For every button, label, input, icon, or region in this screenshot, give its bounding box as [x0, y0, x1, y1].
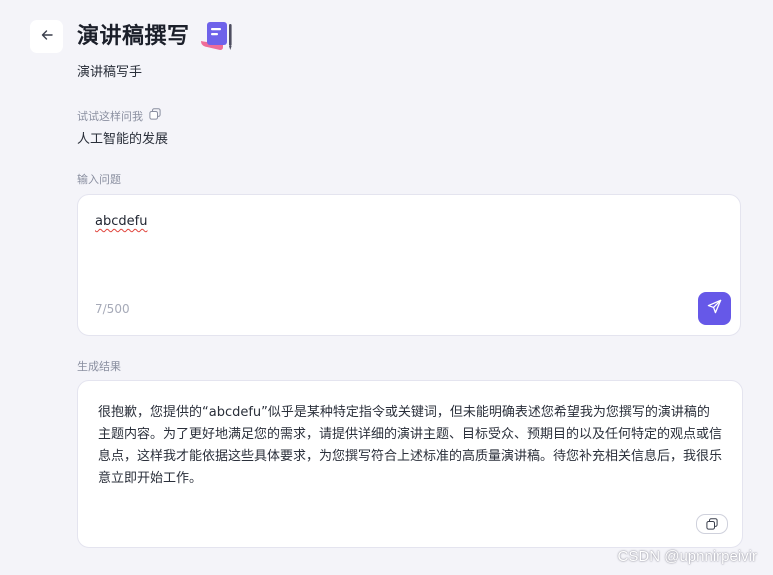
page-title: 演讲稿撰写 — [77, 24, 190, 49]
result-text: 很抱歉，您提供的“abcdefu”似乎是某种特定指令或关键词，但未能明确表述您希… — [98, 405, 723, 486]
send-button[interactable] — [698, 292, 731, 325]
page-subtitle: 演讲稿写手 — [77, 65, 143, 80]
character-counter: 7/500 — [95, 302, 130, 316]
input-label: 输入问题 — [77, 173, 121, 186]
example-label: 试试这样问我 — [77, 108, 161, 125]
example-prompt[interactable]: 人工智能的发展 — [77, 131, 168, 149]
copy-result-button[interactable] — [696, 514, 728, 534]
copy-icon[interactable] — [149, 108, 161, 125]
arrow-left-icon — [40, 27, 54, 46]
result-label: 生成结果 — [77, 360, 121, 373]
copy-icon — [706, 515, 718, 534]
send-icon — [707, 299, 722, 318]
result-box: 很抱歉，您提供的“abcdefu”似乎是某种特定指令或关键词，但未能明确表述您希… — [77, 380, 743, 548]
question-input-box[interactable]: abcdefu 7/500 — [77, 194, 741, 336]
question-input[interactable]: abcdefu — [95, 213, 147, 231]
back-button[interactable] — [30, 20, 63, 53]
example-label-text: 试试这样问我 — [77, 109, 143, 123]
notebook-pen-icon — [199, 19, 235, 55]
watermark: CSDN @upnnirpeivir — [617, 548, 757, 565]
